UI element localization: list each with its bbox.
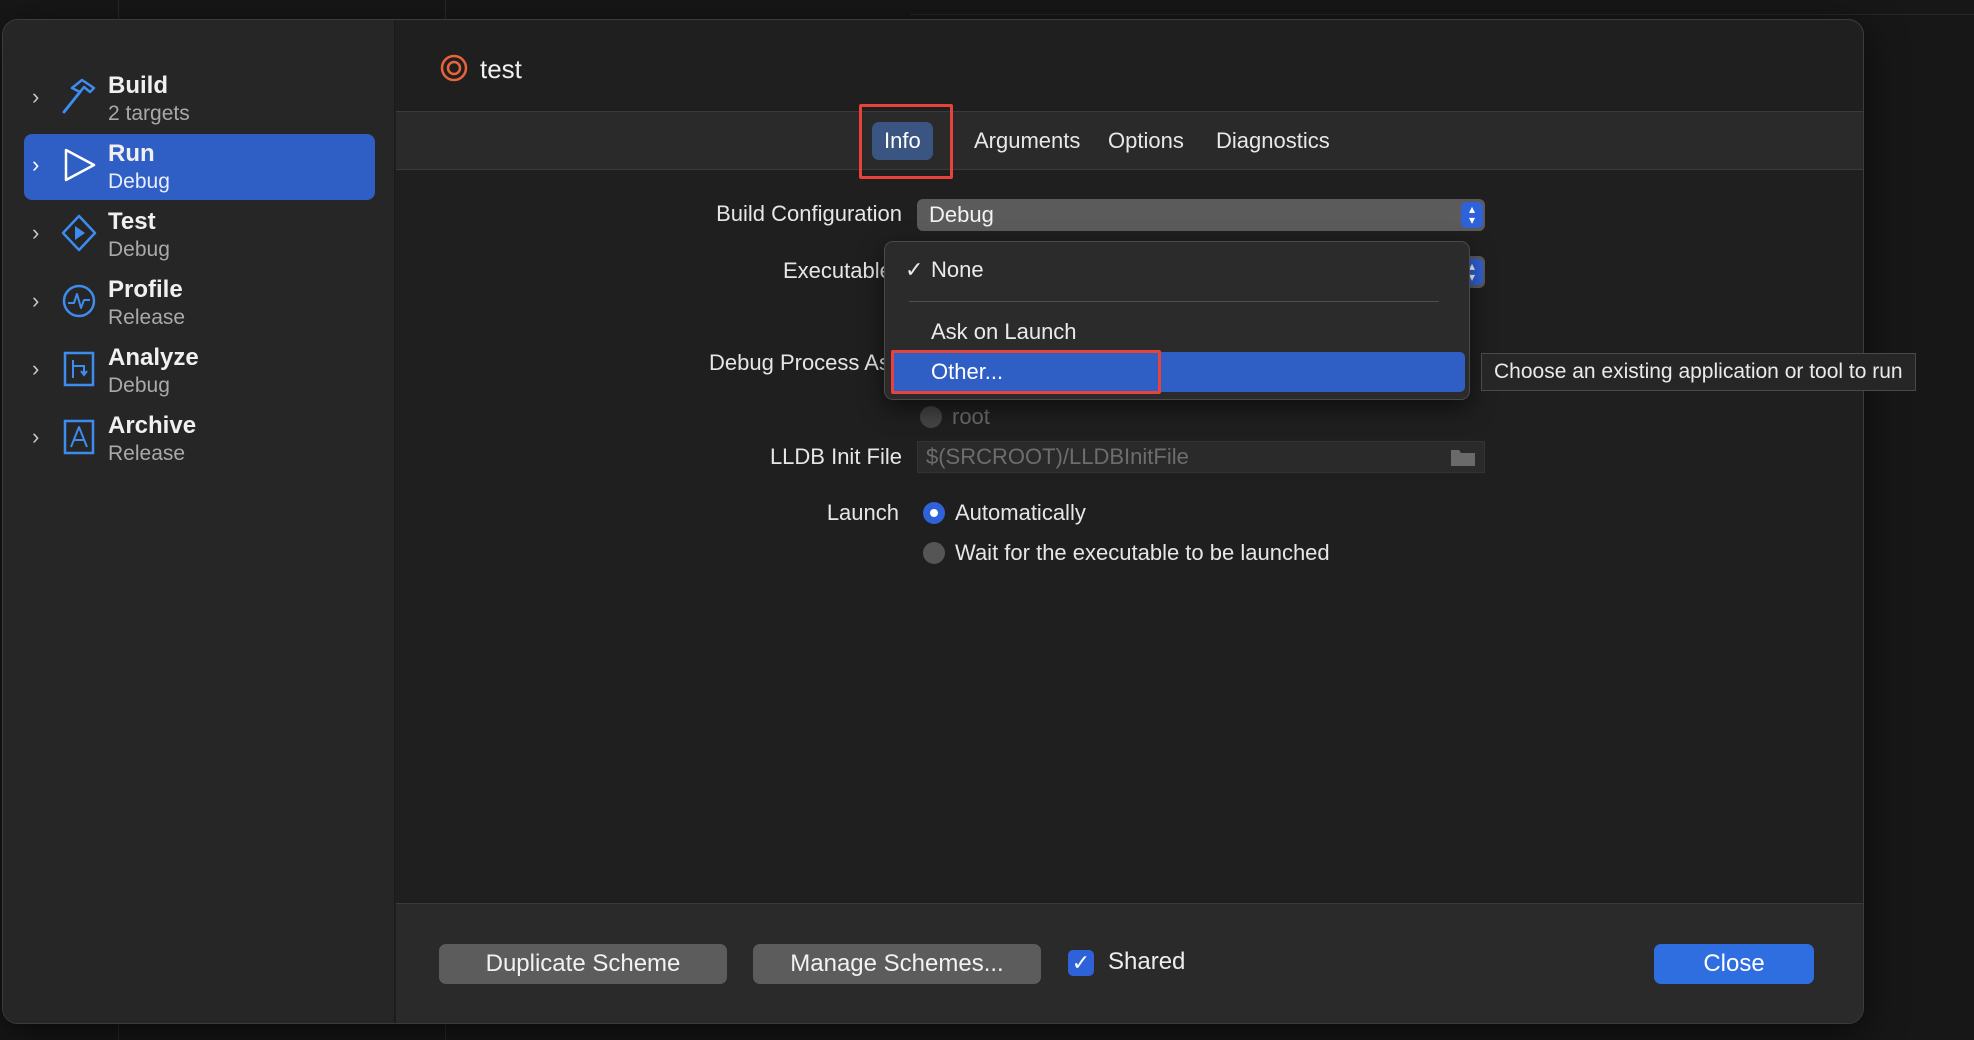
menu-item-ask-on-launch[interactable]: Ask on Launch: [891, 312, 1465, 352]
sidebar-item-analyze[interactable]: › Analyze Debug: [24, 338, 375, 404]
menu-item-label: Ask on Launch: [931, 319, 1077, 344]
sidebar-item-title: Archive: [108, 412, 197, 439]
sidebar-item-subtitle: Release: [108, 306, 186, 329]
launch-label: Launch: [826, 500, 899, 525]
chevron-right-icon[interactable]: ›: [32, 358, 39, 380]
manage-schemes-button[interactable]: Manage Schemes...: [753, 944, 1041, 984]
menu-separator: [909, 301, 1439, 302]
play-icon: [64, 148, 96, 182]
close-button[interactable]: Close: [1654, 944, 1814, 984]
lldb-init-placeholder: $(SRCROOT)/LLDBInitFile: [926, 444, 1189, 469]
shared-checkbox[interactable]: ✓: [1068, 950, 1094, 976]
tab-arguments[interactable]: Arguments: [962, 122, 1092, 160]
build-configuration-label: Build Configuration: [716, 201, 902, 226]
sidebar-item-subtitle: Debug: [108, 170, 170, 193]
popup-stepper-icon: ▴ ▾: [1461, 202, 1483, 228]
build-configuration-popup[interactable]: Debug ▴ ▾: [917, 199, 1485, 231]
hammer-icon: [62, 78, 96, 114]
chevron-right-icon[interactable]: ›: [32, 426, 39, 448]
sidebar-item-title: Analyze: [108, 344, 199, 371]
build-configuration-value: Debug: [929, 202, 994, 227]
test-diamond-icon: [61, 214, 97, 252]
radio-label: root: [952, 404, 990, 429]
sidebar-item-test[interactable]: › Test Debug: [24, 202, 375, 268]
radio-button[interactable]: [920, 406, 942, 428]
sheet-footer: Duplicate Scheme Manage Schemes... ✓ Sha…: [396, 903, 1863, 1023]
tooltip-text: Choose an existing application or tool t…: [1494, 360, 1903, 383]
sidebar-item-profile[interactable]: › Profile Release: [24, 270, 375, 336]
instruments-gauge-icon: [62, 284, 96, 318]
sidebar-item-run[interactable]: › Run Debug: [24, 134, 375, 200]
chevron-right-icon[interactable]: ›: [32, 222, 39, 244]
radio-button[interactable]: [923, 542, 945, 564]
tooltip: Choose an existing application or tool t…: [1481, 353, 1916, 391]
radio-button[interactable]: [923, 502, 945, 524]
tab-options[interactable]: Options: [1096, 122, 1196, 160]
menu-item-label: None: [931, 257, 984, 282]
sidebar-item-subtitle: Debug: [108, 238, 170, 261]
archive-icon: [63, 419, 95, 455]
radio-label: Wait for the executable to be launched: [955, 540, 1330, 565]
folder-icon[interactable]: [1450, 447, 1476, 467]
tab-diagnostics[interactable]: Diagnostics: [1204, 122, 1342, 160]
tab-bar: Info Arguments Options Diagnostics: [396, 104, 1863, 179]
sidebar-item-title: Test: [108, 208, 156, 235]
scheme-actions-sidebar: › Build 2 targets › Run Debug › Test Deb…: [3, 20, 395, 1023]
scheme-title-bar: test: [396, 20, 1863, 112]
analyze-icon: [63, 351, 95, 387]
executable-label: Executable: [783, 258, 892, 283]
background-divider: [910, 14, 1974, 15]
duplicate-scheme-button[interactable]: Duplicate Scheme: [439, 944, 727, 984]
menu-item-label: Other...: [931, 359, 1004, 384]
sidebar-item-subtitle: Release: [108, 442, 186, 465]
radio-label: Automatically: [955, 500, 1086, 525]
chevron-right-icon[interactable]: ›: [32, 86, 39, 108]
checkmark-icon: ✓: [905, 257, 924, 282]
sidebar-item-title: Build: [108, 72, 168, 99]
target-icon: [440, 54, 468, 82]
scheme-detail-pane: test Info Arguments Options Diagnostics …: [396, 20, 1863, 1023]
lldb-init-label: LLDB Init File: [769, 444, 902, 469]
sidebar-item-title: Profile: [108, 276, 183, 303]
sidebar-item-archive[interactable]: › Archive Release: [24, 406, 375, 472]
menu-item-none[interactable]: ✓ None: [891, 250, 1465, 290]
sidebar-item-subtitle: Debug: [108, 374, 170, 397]
chevron-right-icon[interactable]: ›: [32, 154, 39, 176]
sidebar-item-subtitle: 2 targets: [108, 102, 190, 125]
chevron-right-icon[interactable]: ›: [32, 290, 39, 312]
executable-dropdown-menu: ✓ None Ask on Launch Other...: [884, 241, 1470, 400]
lldb-init-field[interactable]: $(SRCROOT)/LLDBInitFile: [917, 441, 1485, 473]
tab-info[interactable]: Info: [872, 122, 933, 160]
sidebar-item-title: Run: [108, 140, 155, 167]
scheme-name: test: [480, 54, 522, 84]
scheme-editor-sheet: › Build 2 targets › Run Debug › Test Deb…: [2, 19, 1864, 1024]
sidebar-item-build[interactable]: › Build 2 targets: [24, 66, 375, 132]
shared-label[interactable]: Shared: [1108, 948, 1185, 976]
menu-item-other[interactable]: Other...: [891, 352, 1465, 392]
